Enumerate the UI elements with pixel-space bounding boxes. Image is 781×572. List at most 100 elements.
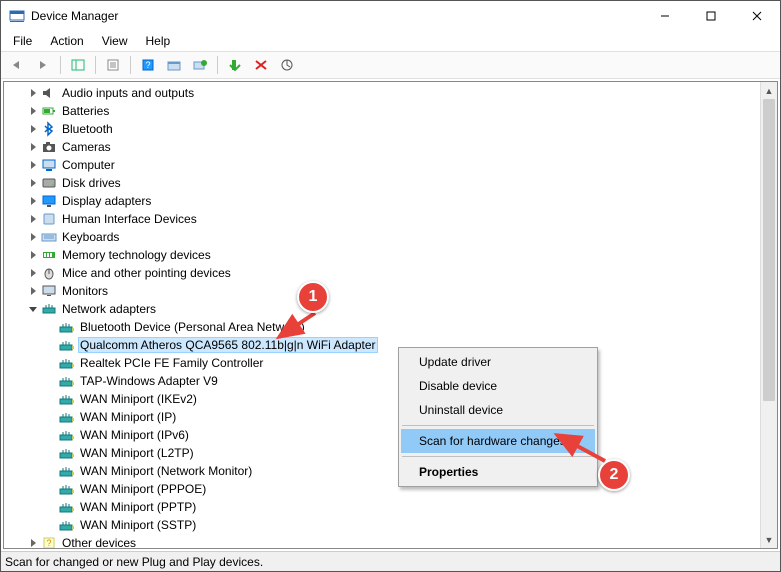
window-title: Device Manager [31,9,642,23]
chevron-right-icon[interactable] [26,536,40,548]
network-adapter-icon [59,373,75,389]
chevron-right-icon[interactable] [26,86,40,100]
maximize-button[interactable] [688,1,734,31]
network-icon [41,301,57,317]
tree-device[interactable]: Qualcomm Atheros QCA9565 802.11b|g|n WiF… [8,336,760,354]
tree-device[interactable]: WAN Miniport (SSTP) [8,516,760,534]
scan-hardware-button[interactable] [188,54,212,76]
tree-category[interactable]: Bluetooth [8,120,760,138]
scroll-track[interactable] [761,99,777,531]
chevron-right-icon[interactable] [26,158,40,172]
back-button[interactable] [5,54,29,76]
statusbar: Scan for changed or new Plug and Play de… [1,551,780,571]
network-adapter-icon [59,481,75,497]
minimize-button[interactable] [642,1,688,31]
expander-placeholder [44,464,58,478]
update-driver-button[interactable] [162,54,186,76]
expander-placeholder [44,392,58,406]
uninstall-button[interactable] [249,54,273,76]
hid-icon [41,211,57,227]
chevron-right-icon[interactable] [26,104,40,118]
cm-separator [402,425,594,426]
disk-icon [41,175,57,191]
chevron-right-icon[interactable] [26,176,40,190]
menu-action[interactable]: Action [42,33,91,49]
tree-category[interactable]: Keyboards [8,228,760,246]
tree-category[interactable]: Memory technology devices [8,246,760,264]
annotation-badge-1: 1 [297,281,329,313]
chevron-right-icon[interactable] [26,230,40,244]
tree-category[interactable]: Monitors [8,282,760,300]
tree-device[interactable]: WAN Miniport (PPPOE) [8,480,760,498]
tree-category[interactable]: Human Interface Devices [8,210,760,228]
forward-button[interactable] [31,54,55,76]
tree-device[interactable]: WAN Miniport (Network Monitor) [8,462,760,480]
tree-device[interactable]: WAN Miniport (L2TP) [8,444,760,462]
tree-device[interactable]: Realtek PCIe FE Family Controller [8,354,760,372]
enable-button[interactable] [223,54,247,76]
other-icon: ? [41,535,57,548]
tree-category-label: Computer [60,158,117,172]
toolbar: ? [1,51,780,79]
tree-category-label: Other devices [60,536,138,548]
tree-device[interactable]: WAN Miniport (IKEv2) [8,390,760,408]
expander-placeholder [44,410,58,424]
chevron-right-icon[interactable] [26,194,40,208]
tree-category[interactable]: Mice and other pointing devices [8,264,760,282]
chevron-right-icon[interactable] [26,284,40,298]
tree-device-label: Realtek PCIe FE Family Controller [78,356,265,370]
cm-disable-device[interactable]: Disable device [401,374,595,398]
menu-file[interactable]: File [5,33,40,49]
expander-placeholder [44,428,58,442]
titlebar: Device Manager [1,1,780,31]
tree-panel: Audio inputs and outputs Batteries Bluetoo… [3,81,778,549]
tree-category-label: Cameras [60,140,113,154]
refresh-button[interactable] [275,54,299,76]
tree-device[interactable]: TAP-Windows Adapter V9 [8,372,760,390]
status-text: Scan for changed or new Plug and Play de… [5,555,263,569]
show-hide-tree-button[interactable] [66,54,90,76]
menu-view[interactable]: View [94,33,136,49]
chevron-right-icon[interactable] [26,140,40,154]
chevron-right-icon[interactable] [26,122,40,136]
cm-properties[interactable]: Properties [401,460,595,484]
menu-help[interactable]: Help [138,33,179,49]
tree-device-label: WAN Miniport (PPTP) [78,500,198,514]
app-icon [9,8,25,24]
scroll-thumb[interactable] [763,99,775,401]
tree-device[interactable]: WAN Miniport (IPv6) [8,426,760,444]
close-button[interactable] [734,1,780,31]
vertical-scrollbar[interactable]: ▲ ▼ [760,82,777,548]
memory-icon [41,247,57,263]
tree-category[interactable]: Network adapters [8,300,760,318]
tree-category[interactable]: Batteries [8,102,760,120]
tree-category[interactable]: Computer [8,156,760,174]
tree-device[interactable]: WAN Miniport (PPTP) [8,498,760,516]
chevron-right-icon[interactable] [26,248,40,262]
tree-device-label: Bluetooth Device (Personal Area Network) [78,320,307,334]
chevron-right-icon[interactable] [26,212,40,226]
tree-category[interactable]: Disk drives [8,174,760,192]
cm-uninstall-device[interactable]: Uninstall device [401,398,595,422]
tree-category[interactable]: Display adapters [8,192,760,210]
tree-device[interactable]: WAN Miniport (IP) [8,408,760,426]
help-button[interactable]: ? [136,54,160,76]
tree-category[interactable]: ? Other devices [8,534,760,548]
chevron-right-icon[interactable] [26,266,40,280]
tree-category[interactable]: Cameras [8,138,760,156]
svg-text:?: ? [46,538,51,548]
tree-category-label: Batteries [60,104,111,118]
scroll-down-button[interactable]: ▼ [761,531,777,548]
expander-placeholder [44,338,58,352]
tree-category[interactable]: Audio inputs and outputs [8,84,760,102]
scroll-up-button[interactable]: ▲ [761,82,777,99]
tree-category-label: Bluetooth [60,122,115,136]
properties-button[interactable] [101,54,125,76]
tree-device[interactable]: Bluetooth Device (Personal Area Network) [8,318,760,336]
network-adapter-icon [59,499,75,515]
device-tree[interactable]: Audio inputs and outputs Batteries Bluetoo… [4,82,760,548]
cm-scan-hardware[interactable]: Scan for hardware changes [401,429,595,453]
network-adapter-icon [59,355,75,371]
chevron-down-icon[interactable] [26,302,40,316]
cm-update-driver[interactable]: Update driver [401,350,595,374]
